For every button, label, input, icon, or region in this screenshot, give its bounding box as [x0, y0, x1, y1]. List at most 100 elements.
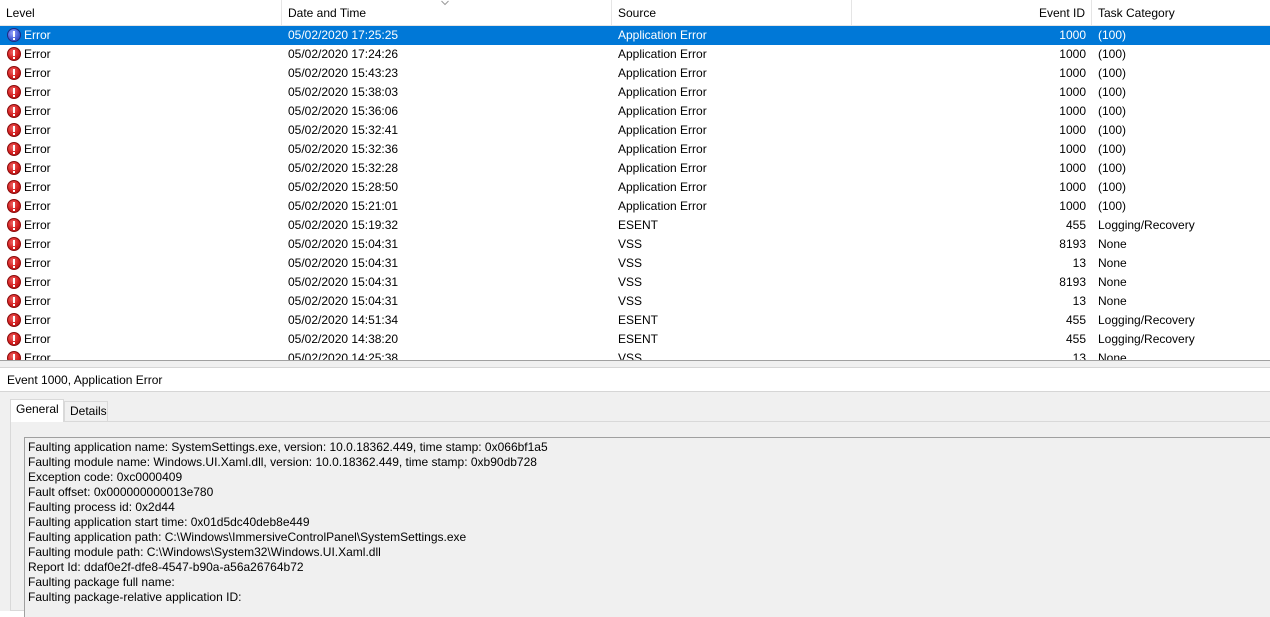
event-row[interactable]: Error 05/02/2020 14:25:38 VSS 13 None — [0, 349, 1270, 361]
event-level: Error — [24, 199, 51, 213]
event-row[interactable]: Error 05/02/2020 15:28:50 Application Erro… — [0, 178, 1270, 197]
event-id: 1000 — [1059, 199, 1086, 213]
event-date-time: 05/02/2020 15:38:03 — [288, 85, 399, 99]
event-id: 1000 — [1059, 85, 1086, 99]
event-row[interactable]: Error 05/02/2020 15:04:31 VSS 13 None — [0, 254, 1270, 273]
event-row[interactable]: Error 05/02/2020 15:32:36 Application Erro… — [0, 140, 1270, 159]
event-task-category: (100) — [1098, 199, 1127, 213]
event-id: 455 — [1065, 313, 1086, 327]
event-level: Error — [24, 275, 51, 289]
event-task-category: (100) — [1098, 180, 1127, 194]
event-date-time: 05/02/2020 15:32:36 — [288, 142, 399, 156]
event-task-category: None — [1098, 237, 1127, 251]
error-icon — [7, 294, 21, 308]
event-id: 13 — [1072, 294, 1086, 308]
event-source: VSS — [618, 237, 643, 251]
event-source: ESENT — [618, 313, 659, 327]
event-id: 1000 — [1059, 66, 1086, 80]
event-date-time: 05/02/2020 15:04:31 — [288, 256, 399, 270]
event-id: 1000 — [1059, 180, 1086, 194]
event-level: Error — [24, 332, 51, 346]
event-level: Error — [24, 180, 51, 194]
event-task-category: Logging/Recovery — [1098, 332, 1195, 346]
event-date-time: 05/02/2020 15:04:31 — [288, 237, 399, 251]
event-source: VSS — [618, 294, 643, 308]
event-row[interactable]: Error 05/02/2020 15:04:31 VSS 13 None — [0, 292, 1270, 311]
sort-descending-icon — [441, 0, 449, 6]
event-row[interactable]: Error 05/02/2020 15:32:41 Application Erro… — [0, 121, 1270, 140]
event-row[interactable]: Error 05/02/2020 14:51:34 ESENT 455 Logging/… — [0, 311, 1270, 330]
error-icon — [7, 66, 21, 80]
event-row[interactable]: Error 05/02/2020 14:38:20 ESENT 455 Logging/… — [0, 330, 1270, 349]
event-date-time: 05/02/2020 17:25:25 — [288, 28, 399, 42]
event-source: Application Error — [618, 104, 707, 118]
event-level: Error — [24, 161, 51, 175]
error-icon — [7, 47, 21, 61]
error-icon — [7, 237, 21, 251]
event-task-category: None — [1098, 256, 1127, 270]
event-row[interactable]: Error 05/02/2020 15:36:06 Application Erro… — [0, 102, 1270, 121]
event-id: 8193 — [1059, 275, 1086, 289]
event-row[interactable]: Error 05/02/2020 17:24:26 Application Erro… — [0, 45, 1270, 64]
event-date-time: 05/02/2020 15:21:01 — [288, 199, 399, 213]
event-id: 455 — [1065, 332, 1086, 346]
event-level: Error — [24, 294, 51, 308]
event-date-time: 05/02/2020 15:32:41 — [288, 123, 399, 137]
event-rows: Error 05/02/2020 17:25:25 Application Erro… — [0, 26, 1270, 361]
event-source: VSS — [618, 256, 643, 270]
event-date-time: 05/02/2020 15:28:50 — [288, 180, 399, 194]
general-tab-body: Faulting application name: SystemSetting… — [10, 421, 1270, 617]
event-list[interactable]: Level Date and Time Source Event ID Task… — [0, 0, 1270, 361]
event-date-time: 05/02/2020 15:32:28 — [288, 161, 399, 175]
event-source: Application Error — [618, 180, 707, 194]
event-row[interactable]: Error 05/02/2020 17:25:25 Application Erro… — [0, 26, 1270, 45]
error-icon — [7, 28, 21, 42]
event-source: Application Error — [618, 123, 707, 137]
event-level: Error — [24, 123, 51, 137]
event-id: 1000 — [1059, 142, 1086, 156]
event-row[interactable]: Error 05/02/2020 15:19:32 ESENT 455 Logging/… — [0, 216, 1270, 235]
tab-details[interactable]: Details — [64, 401, 108, 421]
error-icon — [7, 332, 21, 346]
description-line: Exception code: 0xc0000409 — [28, 470, 183, 484]
description-line: Faulting application start time: 0x01d5d… — [28, 515, 310, 529]
event-detail-title: Event 1000, Application Error — [0, 368, 1270, 392]
event-description[interactable]: Faulting application name: SystemSetting… — [24, 437, 1270, 617]
event-task-category: (100) — [1098, 47, 1127, 61]
event-date-time: 05/02/2020 15:19:32 — [288, 218, 399, 232]
event-row[interactable]: Error 05/02/2020 15:32:28 Application Erro… — [0, 159, 1270, 178]
event-task-category: (100) — [1098, 28, 1127, 42]
event-row[interactable]: Error 05/02/2020 15:04:31 VSS 8193 None — [0, 235, 1270, 254]
description-line: Faulting process id: 0x2d44 — [28, 500, 175, 514]
column-header: Level Date and Time Source Event ID Task… — [0, 0, 1270, 26]
event-source: Application Error — [618, 28, 707, 42]
event-level: Error — [24, 256, 51, 270]
event-source: VSS — [618, 351, 643, 361]
column-header-task-category[interactable]: Task Category — [1092, 0, 1270, 26]
tab-general[interactable]: General — [10, 399, 64, 422]
column-header-source[interactable]: Source — [612, 0, 852, 26]
event-row[interactable]: Error 05/02/2020 15:04:31 VSS 8193 None — [0, 273, 1270, 292]
event-date-time: 05/02/2020 15:04:31 — [288, 294, 399, 308]
event-level: Error — [24, 66, 51, 80]
event-id: 13 — [1072, 351, 1086, 361]
column-header-source-label: Source — [618, 6, 657, 20]
error-icon — [7, 199, 21, 213]
error-icon — [7, 351, 21, 360]
event-date-time: 05/02/2020 15:04:31 — [288, 275, 399, 289]
error-icon — [7, 256, 21, 270]
event-id: 13 — [1072, 256, 1086, 270]
column-header-event-id[interactable]: Event ID — [852, 0, 1092, 26]
event-row[interactable]: Error 05/02/2020 15:43:23 Application Erro… — [0, 64, 1270, 83]
event-task-category: None — [1098, 275, 1127, 289]
event-row[interactable]: Error 05/02/2020 15:38:03 Application Erro… — [0, 83, 1270, 102]
pane-splitter[interactable] — [0, 361, 1270, 368]
column-header-level[interactable]: Level — [0, 0, 282, 26]
event-source: Application Error — [618, 47, 707, 61]
event-row[interactable]: Error 05/02/2020 15:21:01 Application Erro… — [0, 197, 1270, 216]
event-task-category: (100) — [1098, 142, 1127, 156]
event-date-time: 05/02/2020 17:24:26 — [288, 47, 399, 61]
column-header-date-time-label: Date and Time — [288, 6, 367, 20]
event-source: Application Error — [618, 85, 707, 99]
event-level: Error — [24, 237, 51, 251]
